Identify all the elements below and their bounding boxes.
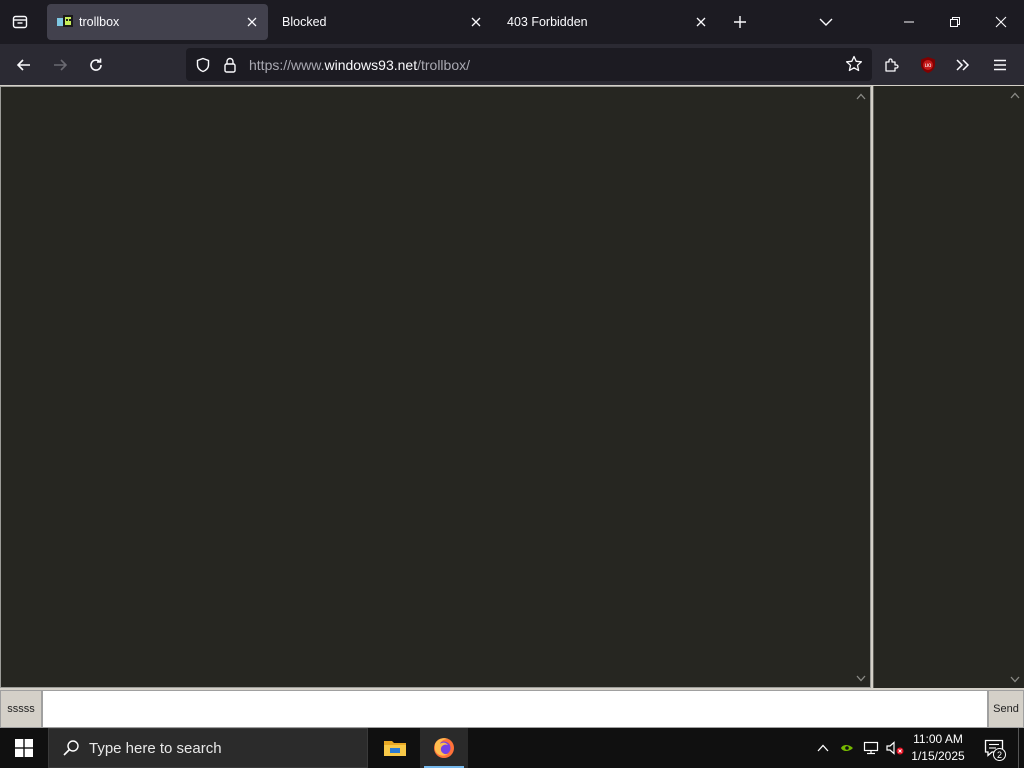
start-button[interactable]	[0, 728, 48, 768]
tab-blocked[interactable]: Blocked	[272, 4, 492, 40]
url-text[interactable]: https://www.windows93.net/trollbox/	[249, 57, 470, 73]
chat-input-row: sssss Send	[0, 689, 1024, 728]
volume-tray-button[interactable]	[884, 728, 906, 768]
url-bar[interactable]: https://www.windows93.net/trollbox/	[186, 48, 872, 81]
windows-taskbar: Type here to search 11:00 AM 1/15/2025 2	[0, 728, 1024, 768]
url-path: /trollbox/	[417, 56, 471, 73]
taskbar-search-box[interactable]: Type here to search	[48, 728, 368, 768]
double-chevron-right-icon	[956, 59, 970, 71]
trollbox-page: sssss Send	[0, 85, 1024, 728]
bookmark-star-icon[interactable]	[844, 54, 864, 74]
tab-trollbox[interactable]: trollbox	[47, 4, 268, 40]
clock-date: 1/15/2025	[911, 749, 965, 763]
system-clock[interactable]: 11:00 AM 1/15/2025	[906, 731, 970, 765]
tab-close-icon[interactable]	[466, 12, 486, 32]
reload-icon	[90, 58, 102, 71]
restore-icon	[950, 17, 960, 27]
nvidia-tray-button[interactable]	[836, 728, 858, 768]
nickname-button[interactable]: sssss	[0, 690, 42, 728]
file-explorer-folder-icon	[384, 741, 406, 756]
firefox-view-icon	[12, 15, 28, 29]
tab-strip: trollbox Blocked 403 Forbidden	[0, 0, 1024, 44]
chevron-up-icon	[817, 744, 829, 752]
puzzle-piece-icon	[885, 58, 899, 72]
trollbox-favicon-icon	[57, 14, 73, 30]
taskbar-file-explorer[interactable]	[371, 728, 419, 768]
search-placeholder: Type here to search	[89, 739, 222, 757]
taskbar-firefox[interactable]	[420, 728, 468, 768]
show-desktop-button[interactable]	[1018, 728, 1024, 768]
tab-title: Blocked	[282, 15, 327, 29]
chevron-down-icon	[819, 18, 833, 26]
scroll-down-arrow-icon[interactable]	[1009, 673, 1021, 685]
more-tools-button[interactable]	[948, 50, 978, 80]
forward-button[interactable]	[45, 50, 75, 80]
reload-button[interactable]	[81, 50, 111, 80]
clock-time: 11:00 AM	[913, 732, 963, 746]
scroll-up-arrow-icon[interactable]	[1009, 89, 1021, 101]
app-menu-button[interactable]	[985, 50, 1015, 80]
search-icon	[61, 738, 81, 758]
tracking-protection-shield-icon[interactable]	[194, 56, 212, 74]
navigation-toolbar: https://www.windows93.net/trollbox/ uo	[0, 44, 1024, 85]
tab-title: trollbox	[79, 15, 120, 29]
restore-button[interactable]	[932, 0, 978, 44]
close-icon	[995, 16, 1007, 28]
volume-muted-icon	[886, 741, 904, 755]
scroll-up-arrow-icon[interactable]	[855, 90, 867, 102]
nvidia-icon	[841, 745, 853, 751]
windows-logo-icon	[15, 739, 33, 757]
tab-title: 403 Forbidden	[507, 15, 588, 29]
ublock-badge-text: uo	[925, 63, 932, 69]
ublock-origin-icon: uo	[921, 57, 935, 73]
close-window-button[interactable]	[978, 0, 1024, 44]
minimize-button[interactable]	[886, 0, 932, 44]
firefox-logo-icon	[434, 738, 454, 758]
network-ethernet-icon	[863, 741, 879, 755]
new-tab-button[interactable]	[728, 10, 752, 34]
show-hidden-icons-button[interactable]	[812, 728, 834, 768]
online-users-list[interactable]	[873, 86, 1024, 688]
list-all-tabs-button[interactable]	[814, 10, 838, 34]
hamburger-menu-icon	[994, 59, 1006, 71]
firefox-view-button[interactable]	[6, 8, 34, 36]
message-input[interactable]	[42, 690, 988, 728]
tab-close-icon[interactable]	[691, 12, 711, 32]
lock-icon[interactable]	[221, 56, 239, 74]
back-arrow-icon	[16, 59, 30, 71]
ublock-origin-button[interactable]: uo	[913, 50, 943, 80]
chat-messages-area[interactable]	[0, 86, 871, 688]
notification-count-badge: 2	[993, 748, 1006, 761]
scroll-down-arrow-icon[interactable]	[855, 672, 867, 684]
send-button[interactable]: Send	[988, 690, 1024, 728]
forward-arrow-icon	[54, 59, 68, 71]
extensions-button[interactable]	[877, 50, 907, 80]
action-center-button[interactable]: 2	[980, 728, 1008, 768]
minimize-icon	[904, 21, 914, 23]
url-scheme: https://www.	[249, 56, 325, 73]
tab-403-forbidden[interactable]: 403 Forbidden	[497, 4, 717, 40]
url-host: windows93.net	[324, 56, 418, 73]
back-button[interactable]	[9, 50, 39, 80]
network-tray-button[interactable]	[860, 728, 882, 768]
plus-icon	[734, 16, 746, 28]
tab-close-icon[interactable]	[242, 12, 262, 32]
